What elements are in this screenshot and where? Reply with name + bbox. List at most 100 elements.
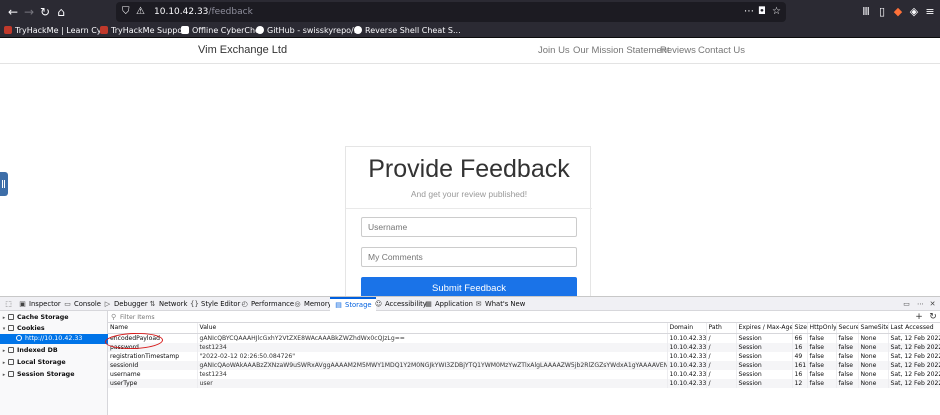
column-header[interactable]: HttpOnly [807, 323, 837, 334]
table-row[interactable]: encodedPayload gANIcQBYCQAAAHJlcGxhY2VtZ… [108, 333, 940, 343]
table-row[interactable]: registrationTimestamp "2022-02-12 02:26:… [108, 351, 940, 361]
page-actions-icon[interactable]: ⋯ [744, 4, 754, 20]
username-input[interactable] [361, 217, 577, 237]
cookie-size[interactable]: 12 [792, 378, 808, 388]
cookie-size[interactable]: 161 [792, 360, 808, 370]
tree-local-storage[interactable]: ▸ Local Storage [0, 358, 108, 368]
cookie-expires[interactable]: Session [736, 378, 793, 388]
sidebar-icon[interactable]: ▯ [874, 3, 890, 21]
cookie-last-accessed[interactable]: Sat, 12 Feb 2022 0... [888, 333, 940, 343]
cookie-path[interactable]: / [706, 360, 737, 370]
menu-icon[interactable]: ≡ [922, 3, 938, 21]
tab-accessibility[interactable]: ☺ Accessibility [374, 297, 427, 311]
cookie-value[interactable]: user [197, 378, 668, 388]
cookie-samesite[interactable]: None [858, 369, 889, 379]
url-bar[interactable]: ⛉ ⚠ 10.10.42.33/feedback ⋯ ◘ ☆ [116, 2, 786, 22]
column-header[interactable]: Last Accessed [888, 323, 940, 334]
cookie-httponly[interactable]: false [807, 351, 837, 361]
cookie-domain[interactable]: 10.10.42.33 [667, 369, 707, 379]
cookie-expires[interactable]: Session [736, 333, 793, 343]
cookie-secure[interactable]: false [836, 333, 859, 343]
bookmark-github[interactable]: GitHub - swisskyrepo/... [256, 24, 361, 38]
cookie-domain[interactable]: 10.10.42.33 [667, 360, 707, 370]
cookie-last-accessed[interactable]: Sat, 12 Feb 2022 0... [888, 360, 940, 370]
cookie-value[interactable]: "2022-02-12 02:26:50.084726" [197, 351, 668, 361]
cookie-httponly[interactable]: false [807, 342, 837, 352]
side-panel-handle[interactable] [0, 172, 8, 196]
url-text[interactable]: 10.10.42.33/feedback [154, 5, 253, 19]
tab-whats-new[interactable]: ✉ What's New [474, 297, 526, 311]
cookie-value[interactable]: test1234 [197, 369, 668, 379]
tree-session-storage[interactable]: ▸ Session Storage [0, 370, 108, 380]
submit-feedback-button[interactable]: Submit Feedback [361, 277, 577, 296]
column-header[interactable]: Name [108, 323, 198, 334]
bookmark-tryhackme[interactable]: TryHackMe | Learn Cy... [4, 24, 108, 38]
table-row[interactable]: password test1234 10.10.42.33 / Session … [108, 342, 940, 352]
tab-console[interactable]: ▭ Console [63, 297, 101, 311]
cookie-name[interactable]: userType [108, 378, 198, 388]
cookie-size[interactable]: 66 [792, 333, 808, 343]
cookie-path[interactable]: / [706, 342, 737, 352]
tab-debugger[interactable]: ▷ Debugger [103, 297, 148, 311]
cookie-last-accessed[interactable]: Sat, 12 Feb 2022 0... [888, 351, 940, 361]
table-row[interactable]: sessionId gANIcQAoWAkAAABzZXNzaW9uSWRxAV… [108, 360, 940, 370]
cookie-expires[interactable]: Session [736, 360, 793, 370]
cookie-value[interactable]: gANIcQAoWAkAAABzZXNzaW9uSWRxAVggAAAAM2M5… [197, 360, 668, 370]
bookmark-tryhackme-support[interactable]: TryHackMe Support [100, 24, 189, 38]
column-header[interactable]: Expires / Max-Age [736, 323, 793, 334]
options-icon[interactable]: ⋯ [916, 297, 927, 311]
tab-performance[interactable]: ◴ Performance [240, 297, 294, 311]
cookie-secure[interactable]: false [836, 378, 859, 388]
cookie-domain[interactable]: 10.10.42.33 [667, 378, 707, 388]
cookie-httponly[interactable]: false [807, 369, 837, 379]
pick-element-icon[interactable]: ⬚ [4, 297, 15, 311]
cookie-name[interactable]: username [108, 369, 198, 379]
extension-icon[interactable]: ◆ [890, 3, 906, 21]
filter-items-input[interactable] [112, 312, 412, 322]
home-icon[interactable]: ⌂ [52, 3, 70, 21]
bookmark-star-icon[interactable]: ☆ [772, 4, 781, 20]
cookie-secure[interactable]: false [836, 360, 859, 370]
bookmark-cyberchef[interactable]: Offline CyberChef [181, 24, 263, 38]
cookie-last-accessed[interactable]: Sat, 12 Feb 2022 0... [888, 342, 940, 352]
cookie-httponly[interactable]: false [807, 360, 837, 370]
cookie-path[interactable]: / [706, 378, 737, 388]
cookie-expires[interactable]: Session [736, 369, 793, 379]
tab-style-editor[interactable]: {} Style Editor [190, 297, 240, 311]
cookie-path[interactable]: / [706, 369, 737, 379]
tree-indexed-db[interactable]: ▸ Indexed DB [0, 346, 108, 356]
cookie-domain[interactable]: 10.10.42.33 [667, 342, 707, 352]
pocket-icon[interactable]: ◘ [758, 4, 766, 20]
comments-input[interactable] [361, 247, 577, 267]
bookmark-reverse-shell[interactable]: Reverse Shell Cheat S... [354, 24, 461, 38]
cookie-httponly[interactable]: false [807, 378, 837, 388]
nav-mission-statement[interactable]: Our Mission Statement [573, 45, 670, 56]
add-item-icon[interactable]: + [914, 311, 924, 323]
tab-storage[interactable]: ▤ Storage [330, 297, 376, 311]
cookie-path[interactable]: / [706, 333, 737, 343]
library-icon[interactable]: Ⅲ [858, 3, 874, 21]
column-header[interactable]: Domain [667, 323, 707, 334]
cookie-domain[interactable]: 10.10.42.33 [667, 351, 707, 361]
cookie-samesite[interactable]: None [858, 333, 889, 343]
refresh-icon[interactable]: ↻ [928, 311, 938, 323]
cookie-name[interactable]: sessionId [108, 360, 198, 370]
table-row[interactable]: userType user 10.10.42.33 / Session 12 f… [108, 378, 940, 388]
nav-reviews[interactable]: Reviews [660, 45, 696, 56]
tab-network[interactable]: ⇅ Network [148, 297, 188, 311]
tab-application[interactable]: ▦ Application [424, 297, 473, 311]
cookie-last-accessed[interactable]: Sat, 12 Feb 2022 0... [888, 378, 940, 388]
cookie-expires[interactable]: Session [736, 342, 793, 352]
cookie-path[interactable]: / [706, 351, 737, 361]
nav-join-us[interactable]: Join Us [538, 45, 570, 56]
column-header[interactable]: Size [792, 323, 808, 334]
tree-cookie-origin[interactable]: http://10.10.42.33 [0, 334, 108, 344]
cookie-samesite[interactable]: None [858, 351, 889, 361]
cookie-size[interactable]: 49 [792, 351, 808, 361]
column-header[interactable]: SameSite [858, 323, 889, 334]
column-header[interactable]: Path [706, 323, 737, 334]
cookie-last-accessed[interactable]: Sat, 12 Feb 2022 0... [888, 369, 940, 379]
cookie-secure[interactable]: false [836, 351, 859, 361]
column-header[interactable]: Secure [836, 323, 859, 334]
close-devtools-icon[interactable]: ✕ [928, 297, 939, 311]
